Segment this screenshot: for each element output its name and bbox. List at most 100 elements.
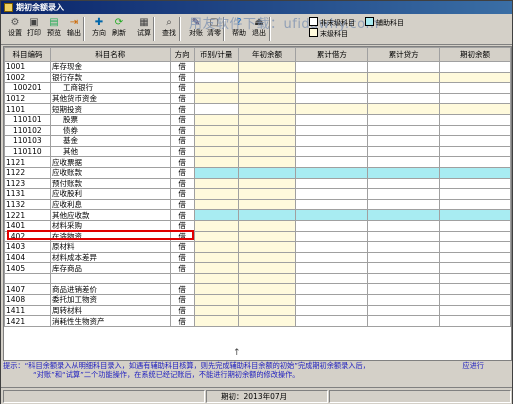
currency-unit-cell[interactable] [193, 177, 239, 190]
currency-unit-cell[interactable] [193, 61, 239, 73]
credit-total-cell[interactable] [367, 283, 441, 296]
opening-year-balance-cell[interactable] [237, 304, 297, 317]
initial-balance-cell[interactable] [439, 251, 511, 264]
initial-balance-cell[interactable] [439, 209, 511, 221]
currency-unit-cell[interactable] [193, 272, 239, 285]
opening-year-balance-cell[interactable] [237, 241, 297, 253]
column-header[interactable]: 累计借方 [295, 47, 369, 62]
credit-total-cell[interactable] [367, 251, 441, 264]
debit-total-cell[interactable] [295, 188, 369, 200]
currency-unit-cell[interactable] [193, 156, 239, 168]
toolbar-button-refresh[interactable]: ⟳ 刷新 [109, 16, 129, 42]
opening-year-balance-cell[interactable] [237, 251, 297, 264]
debit-total-cell[interactable] [295, 71, 369, 84]
debit-total-cell[interactable] [295, 177, 369, 190]
opening-year-balance-cell[interactable] [237, 209, 297, 221]
debit-total-cell[interactable] [295, 304, 369, 317]
initial-balance-cell[interactable] [439, 294, 511, 306]
opening-year-balance-cell[interactable] [237, 219, 297, 232]
column-header[interactable]: 科目编码 [4, 47, 51, 62]
table-row[interactable] [4, 272, 511, 285]
debit-total-cell[interactable] [295, 251, 369, 264]
table-row[interactable]: 1403 原材料借 [4, 241, 511, 253]
opening-year-balance-cell[interactable] [237, 272, 297, 285]
credit-total-cell[interactable] [367, 103, 441, 115]
table-row[interactable]: 1101 短期投资借 [4, 103, 511, 115]
initial-balance-cell[interactable] [439, 92, 511, 105]
debit-total-cell[interactable] [295, 283, 369, 296]
opening-year-balance-cell[interactable] [237, 198, 297, 211]
initial-balance-cell[interactable] [439, 82, 511, 94]
debit-total-cell[interactable] [295, 219, 369, 232]
debit-total-cell[interactable] [295, 166, 369, 179]
credit-total-cell[interactable] [367, 71, 441, 84]
initial-balance-cell[interactable] [439, 283, 511, 296]
table-row[interactable]: 1405 库存商品借 [4, 262, 511, 274]
credit-total-cell[interactable] [367, 113, 441, 126]
opening-year-balance-cell[interactable] [237, 124, 297, 137]
table-row[interactable]: 1132 应收利息借 [4, 198, 511, 211]
opening-year-balance-cell[interactable] [237, 166, 297, 179]
credit-total-cell[interactable] [367, 294, 441, 306]
currency-unit-cell[interactable] [193, 92, 239, 105]
currency-unit-cell[interactable] [193, 230, 239, 243]
currency-unit-cell[interactable] [193, 113, 239, 126]
currency-unit-cell[interactable] [193, 241, 239, 253]
initial-balance-cell[interactable] [439, 113, 511, 126]
initial-balance-cell[interactable] [439, 315, 511, 327]
initial-balance-cell[interactable] [439, 61, 511, 73]
credit-total-cell[interactable] [367, 145, 441, 158]
initial-balance-cell[interactable] [439, 145, 511, 158]
initial-balance-cell[interactable] [439, 219, 511, 232]
credit-total-cell[interactable] [367, 198, 441, 211]
table-row[interactable]: 110103 基金借 [4, 135, 511, 147]
opening-year-balance-cell[interactable] [237, 135, 297, 147]
initial-balance-cell[interactable] [439, 272, 511, 285]
debit-total-cell[interactable] [295, 82, 369, 94]
initial-balance-cell[interactable] [439, 198, 511, 211]
credit-total-cell[interactable] [367, 304, 441, 317]
currency-unit-cell[interactable] [193, 166, 239, 179]
currency-unit-cell[interactable] [193, 315, 239, 327]
initial-balance-cell[interactable] [439, 166, 511, 179]
credit-total-cell[interactable] [367, 166, 441, 179]
toolbar-button-find[interactable]: ⌕ 查找 [159, 16, 179, 42]
opening-year-balance-cell[interactable] [237, 145, 297, 158]
currency-unit-cell[interactable] [193, 262, 239, 274]
column-header[interactable]: 期初余额 [439, 47, 511, 62]
currency-unit-cell[interactable] [193, 209, 239, 221]
credit-total-cell[interactable] [367, 230, 441, 243]
currency-unit-cell[interactable] [193, 82, 239, 94]
initial-balance-cell[interactable] [439, 304, 511, 317]
credit-total-cell[interactable] [367, 92, 441, 105]
debit-total-cell[interactable] [295, 294, 369, 306]
toolbar-button-calculate[interactable]: ▦ 试算 [134, 16, 154, 42]
debit-total-cell[interactable] [295, 61, 369, 73]
debit-total-cell[interactable] [295, 103, 369, 115]
initial-balance-cell[interactable] [439, 188, 511, 200]
table-row[interactable]: 1404 材料成本差异借 [4, 251, 511, 264]
debit-total-cell[interactable] [295, 315, 369, 327]
column-header[interactable]: 科目名称 [49, 47, 171, 62]
column-header[interactable]: 累计贷方 [367, 47, 441, 62]
table-row[interactable]: 110102 债券借 [4, 124, 511, 137]
currency-unit-cell[interactable] [193, 304, 239, 317]
currency-unit-cell[interactable] [193, 124, 239, 137]
opening-year-balance-cell[interactable] [237, 61, 297, 73]
opening-year-balance-cell[interactable] [237, 113, 297, 126]
opening-year-balance-cell[interactable] [237, 283, 297, 296]
table-row[interactable]: 1407 商品进销差价借 [4, 283, 511, 296]
credit-total-cell[interactable] [367, 219, 441, 232]
opening-year-balance-cell[interactable] [237, 315, 297, 327]
table-row[interactable]: 1012 其他货币资金借 [4, 92, 511, 105]
table-row[interactable]: 1001 库存现金借 [4, 61, 511, 73]
debit-total-cell[interactable] [295, 241, 369, 253]
debit-total-cell[interactable] [295, 262, 369, 274]
currency-unit-cell[interactable] [193, 135, 239, 147]
table-row[interactable]: 110101 股票借 [4, 113, 511, 126]
opening-year-balance-cell[interactable] [237, 103, 297, 115]
table-row[interactable]: 110110 其他借 [4, 145, 511, 158]
opening-year-balance-cell[interactable] [237, 156, 297, 168]
credit-total-cell[interactable] [367, 262, 441, 274]
currency-unit-cell[interactable] [193, 219, 239, 232]
